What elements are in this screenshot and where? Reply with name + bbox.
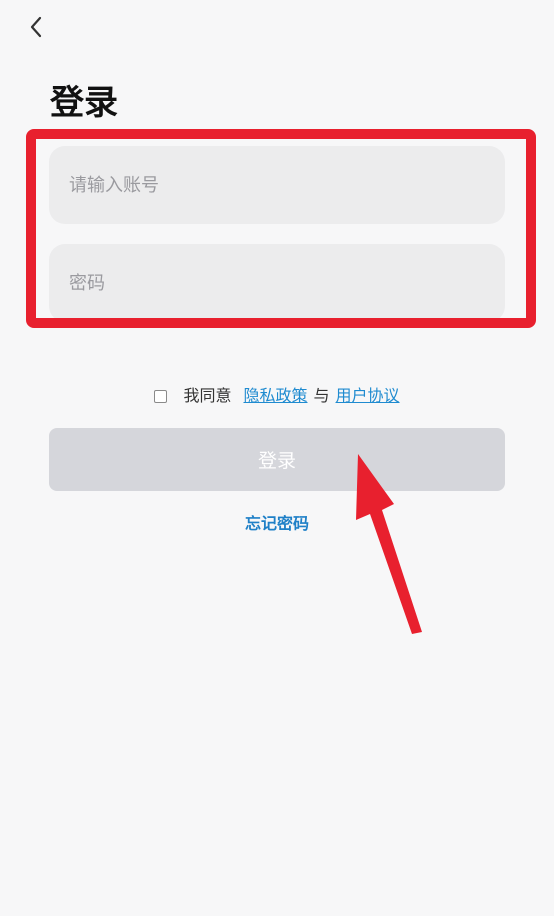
- user-agreement-link[interactable]: 用户协议: [336, 383, 400, 409]
- account-input[interactable]: [49, 146, 505, 224]
- forgot-password-link[interactable]: 忘记密码: [0, 510, 554, 534]
- back-button[interactable]: [20, 10, 52, 44]
- agreement-row: 我同意 隐私政策 与 用户协议: [0, 383, 554, 409]
- password-input[interactable]: [49, 244, 505, 322]
- page-title: 登录: [50, 83, 118, 123]
- agreement-checkbox[interactable]: [154, 389, 168, 403]
- login-button[interactable]: 登录: [49, 428, 505, 491]
- chevron-left-icon: [30, 16, 42, 38]
- agreement-connector: 与: [313, 386, 330, 405]
- privacy-policy-link[interactable]: 隐私政策: [243, 383, 307, 409]
- agreement-prefix: 我同意: [183, 386, 232, 405]
